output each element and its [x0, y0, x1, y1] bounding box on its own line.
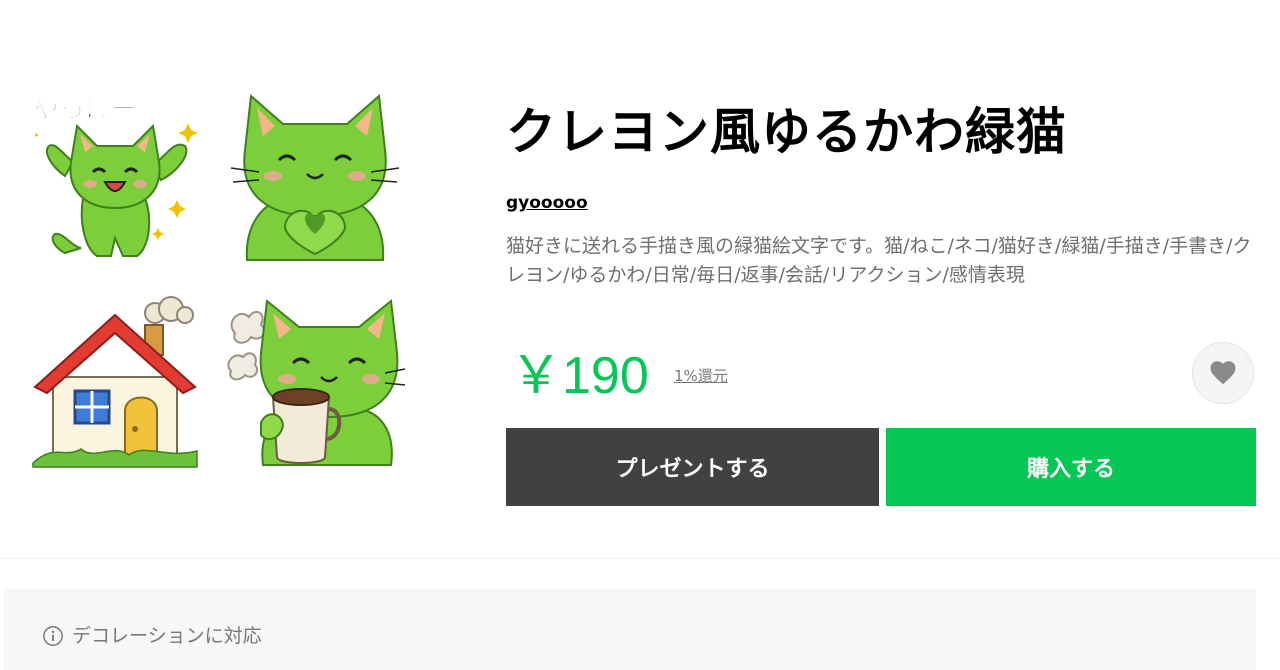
favorite-button[interactable] — [1192, 342, 1254, 404]
heart-icon — [1210, 361, 1236, 385]
decoration-notice-text: デコレーションに対応 — [72, 625, 262, 647]
sticker-thumbnail-grid: やっほー — [25, 88, 415, 478]
waving-cat-yahho-sticker[interactable]: やっほー — [25, 88, 205, 268]
yahho-caption: やっほー — [33, 95, 137, 125]
cashback-link[interactable]: 1%還元 — [674, 366, 728, 386]
sticker-product-page: やっほー クレヨン風ゆるかわ緑猫 gyooooo 猫好きに送れる手描き風の緑猫絵… — [0, 0, 1280, 670]
gift-button[interactable]: プレゼントする — [506, 428, 879, 506]
price: ￥190 — [510, 347, 649, 405]
product-description: 猫好きに送れる手描き風の緑猫絵文字です。猫/ねこ/ネコ/猫好き/緑猫/手描き/手… — [506, 235, 1252, 286]
coffee-cat-sticker[interactable] — [225, 293, 405, 473]
info-icon — [43, 626, 63, 646]
product-title: クレヨン風ゆるかわ緑猫 — [506, 103, 1067, 161]
section-divider — [0, 558, 1280, 559]
action-buttons: プレゼントする 購入する — [506, 428, 1258, 506]
house-sticker[interactable] — [25, 293, 205, 473]
price-row: ￥190 1%還元 — [506, 340, 1258, 412]
author-link[interactable]: gyooooo — [506, 192, 588, 214]
heart-hands-cat-sticker[interactable] — [225, 88, 405, 268]
buy-button[interactable]: 購入する — [886, 428, 1256, 506]
notice-box: デコレーションに対応 — [4, 589, 1256, 670]
decoration-notice: デコレーションに対応 — [42, 623, 262, 649]
